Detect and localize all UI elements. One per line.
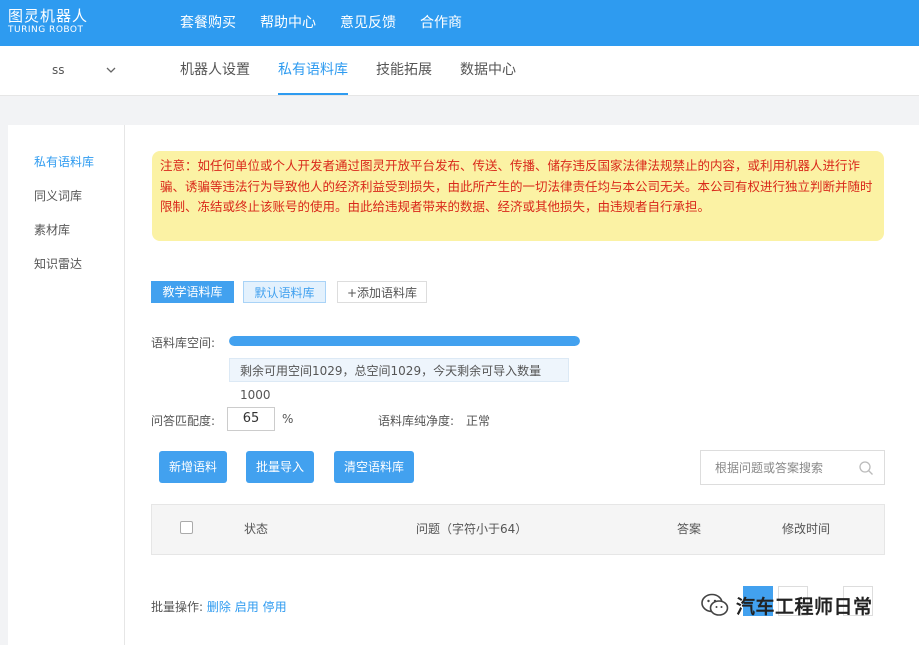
logo-text-cn: 图灵机器人 <box>8 7 89 25</box>
watermark: 汽车工程师日常 <box>700 590 873 620</box>
top-header: 图灵机器人 TURING ROBOT 套餐购买 帮助中心 意见反馈 合作商 <box>0 0 919 46</box>
corpus-tab-default[interactable]: 默认语料库 <box>243 281 326 303</box>
corpus-tab-teaching[interactable]: 教学语料库 <box>151 281 234 303</box>
top-nav: 套餐购买 帮助中心 意见反馈 合作商 <box>168 0 474 46</box>
sub-header: ss 机器人设置 私有语料库 技能拓展 数据中心 <box>0 46 919 96</box>
legal-notice: 注意：如任何单位或个人开发者通过图灵开放平台发布、传送、传播、储存违反国家法律法… <box>152 151 884 241</box>
search-input[interactable] <box>713 458 857 478</box>
turing-robot-logo[interactable]: 图灵机器人 TURING ROBOT <box>8 8 88 36</box>
add-corpus-item-button[interactable]: 新增语料 <box>159 451 227 483</box>
storage-progress-fill <box>229 336 580 346</box>
bulk-disable-link[interactable]: 停用 <box>263 600 287 614</box>
bulk-delete-link[interactable]: 删除 <box>207 600 231 614</box>
tab-data-center[interactable]: 数据中心 <box>446 46 530 95</box>
sidebar-item-materials[interactable]: 素材库 <box>34 221 70 238</box>
search-icon[interactable] <box>858 460 874 476</box>
tab-private-corpus[interactable]: 私有语料库 <box>264 46 362 95</box>
sidebar-item-private-corpus[interactable]: 私有语料库 <box>34 153 94 170</box>
table-header: 状态 问题（字符小于64） 答案 修改时间 <box>151 504 885 555</box>
logo-text-en: TURING ROBOT <box>8 25 84 35</box>
top-nav-help[interactable]: 帮助中心 <box>248 0 328 46</box>
wechat-icon <box>701 593 729 616</box>
account-selector[interactable]: ss <box>52 46 65 95</box>
batch-import-button[interactable]: 批量导入 <box>246 451 314 483</box>
column-question: 问题（字符小于64） <box>416 522 528 536</box>
match-unit: % <box>282 412 294 426</box>
add-corpus-button[interactable]: +添加语料库 <box>337 281 427 303</box>
purity-label: 语料库纯净度: <box>378 414 455 428</box>
column-modified-time: 修改时间 <box>782 522 831 536</box>
match-input[interactable]: 65 <box>227 407 275 431</box>
clear-corpus-button[interactable]: 清空语料库 <box>334 451 414 483</box>
sub-nav: 机器人设置 私有语料库 技能拓展 数据中心 <box>166 46 530 95</box>
column-answer: 答案 <box>677 522 702 536</box>
chevron-down-icon[interactable] <box>106 65 116 75</box>
sidebar: 私有语料库 同义词库 素材库 知识雷达 <box>16 125 125 645</box>
column-status: 状态 <box>244 522 269 536</box>
storage-info: 剩余可用空间1029，总空间1029，今天剩余可导入数量1000 <box>229 358 569 402</box>
select-all-checkbox[interactable] <box>180 521 193 534</box>
watermark-text: 汽车工程师日常 <box>736 595 873 618</box>
storage-label: 语料库空间: <box>151 336 216 350</box>
storage-progress-bar <box>229 336 580 346</box>
top-nav-feedback[interactable]: 意见反馈 <box>328 0 408 46</box>
bulk-operations: 批量操作: 删除 启用 停用 <box>151 598 287 615</box>
bulk-ops-label: 批量操作: <box>151 600 204 614</box>
top-nav-package[interactable]: 套餐购买 <box>168 0 248 46</box>
sidebar-item-synonyms[interactable]: 同义词库 <box>34 187 82 204</box>
tab-robot-settings[interactable]: 机器人设置 <box>166 46 264 95</box>
tab-skills[interactable]: 技能拓展 <box>362 46 446 95</box>
sidebar-item-knowledge-radar[interactable]: 知识雷达 <box>34 255 82 272</box>
top-nav-partners[interactable]: 合作商 <box>408 0 474 46</box>
match-label: 问答匹配度: <box>151 414 216 428</box>
purity-value: 正常 <box>466 414 491 428</box>
search-box <box>700 450 885 485</box>
bulk-enable-link[interactable]: 启用 <box>235 600 259 614</box>
